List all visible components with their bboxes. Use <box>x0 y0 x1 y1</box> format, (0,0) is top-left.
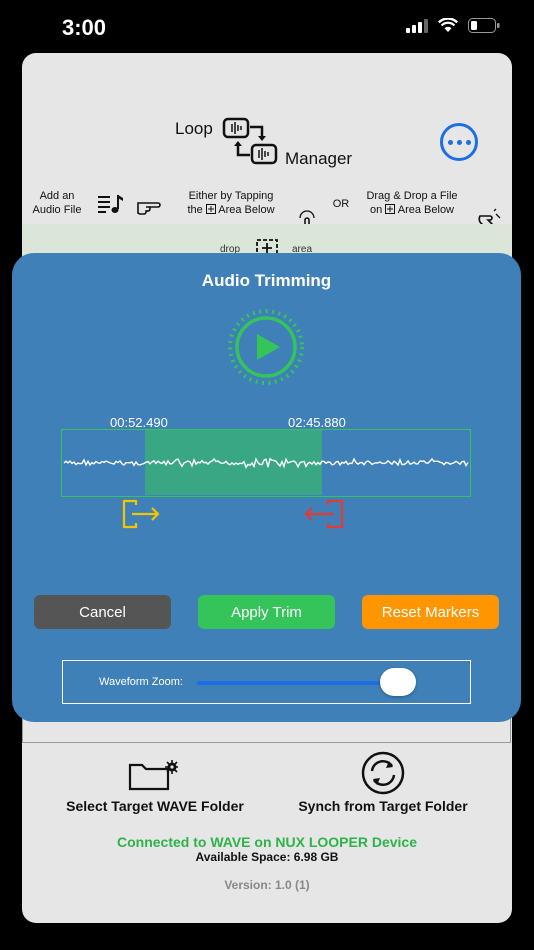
waveform-view[interactable] <box>61 429 471 497</box>
logo-word-loop: Loop <box>175 119 213 138</box>
add-box-icon <box>205 204 216 214</box>
end-marker-handle[interactable] <box>302 497 346 531</box>
version-label: Version: 1.0 (1) <box>224 878 310 892</box>
waveform-trace <box>63 457 469 469</box>
zoom-slider-thumb[interactable] <box>380 668 417 696</box>
drag-line-1: Drag & Drop a File <box>366 190 458 202</box>
zoom-slider-track[interactable] <box>197 681 411 685</box>
reset-markers-button[interactable]: Reset Markers <box>362 595 499 629</box>
add-audio-instruction: Add an Audio File <box>28 189 86 217</box>
or-label: OR <box>332 198 350 210</box>
sync-icon <box>361 751 405 795</box>
start-marker-handle[interactable] <box>120 497 164 531</box>
add-line-2: Audio File <box>32 204 82 216</box>
more-dot-icon <box>447 139 453 145</box>
status-bar: 3:00 <box>0 0 534 56</box>
audio-trimming-panel: Audio Trimming 00:52.490 02:45.880 Cance… <box>12 253 521 722</box>
wifi-icon <box>438 18 458 32</box>
start-time-label: 00:52.490 <box>110 415 168 430</box>
available-space: Available Space: 6.98 GB <box>195 850 339 864</box>
zoom-label: Waveform Zoom: <box>99 676 183 688</box>
status-icons <box>406 18 500 33</box>
drag-instruction: Drag & Drop a File on Area Below <box>356 189 468 217</box>
battery-icon <box>468 18 500 33</box>
logo-word-manager: Manager <box>285 149 353 168</box>
connection-status: Connected to WAVE on NUX LOOPER Device <box>116 834 417 850</box>
folder-settings-icon <box>128 760 178 791</box>
play-button[interactable] <box>220 309 312 385</box>
tap-line-2: the Area Below <box>187 204 275 216</box>
drag-line-2: on Area Below <box>369 204 455 216</box>
tap-line-1: Either by Tapping <box>188 190 274 202</box>
loop-arrows-icon <box>222 117 278 165</box>
waveform-zoom-control: Waveform Zoom: <box>62 660 471 704</box>
more-dot-icon <box>456 139 462 145</box>
cancel-button[interactable]: Cancel <box>34 595 171 629</box>
app-logo: Loop Manager <box>172 117 372 169</box>
end-time-label: 02:45.880 <box>288 415 346 430</box>
pointing-hand-icon <box>137 202 161 215</box>
music-list-icon <box>98 195 123 213</box>
cellular-signal-icon <box>406 18 428 33</box>
tap-instruction: Either by Tapping the Area Below <box>172 189 290 217</box>
more-options-button[interactable] <box>440 123 478 161</box>
select-target-folder-button[interactable]: Select Target WAVE Folder <box>48 798 262 814</box>
add-box-icon <box>385 204 396 214</box>
add-line-1: Add an <box>39 190 75 202</box>
play-icon <box>257 334 280 360</box>
synch-from-target-folder-button[interactable]: Synch from Target Folder <box>280 798 486 814</box>
apply-trim-button[interactable]: Apply Trim <box>198 595 335 629</box>
status-time: 3:00 <box>62 15 107 40</box>
panel-title: Audio Trimming <box>201 271 332 290</box>
more-dot-icon <box>465 139 471 145</box>
